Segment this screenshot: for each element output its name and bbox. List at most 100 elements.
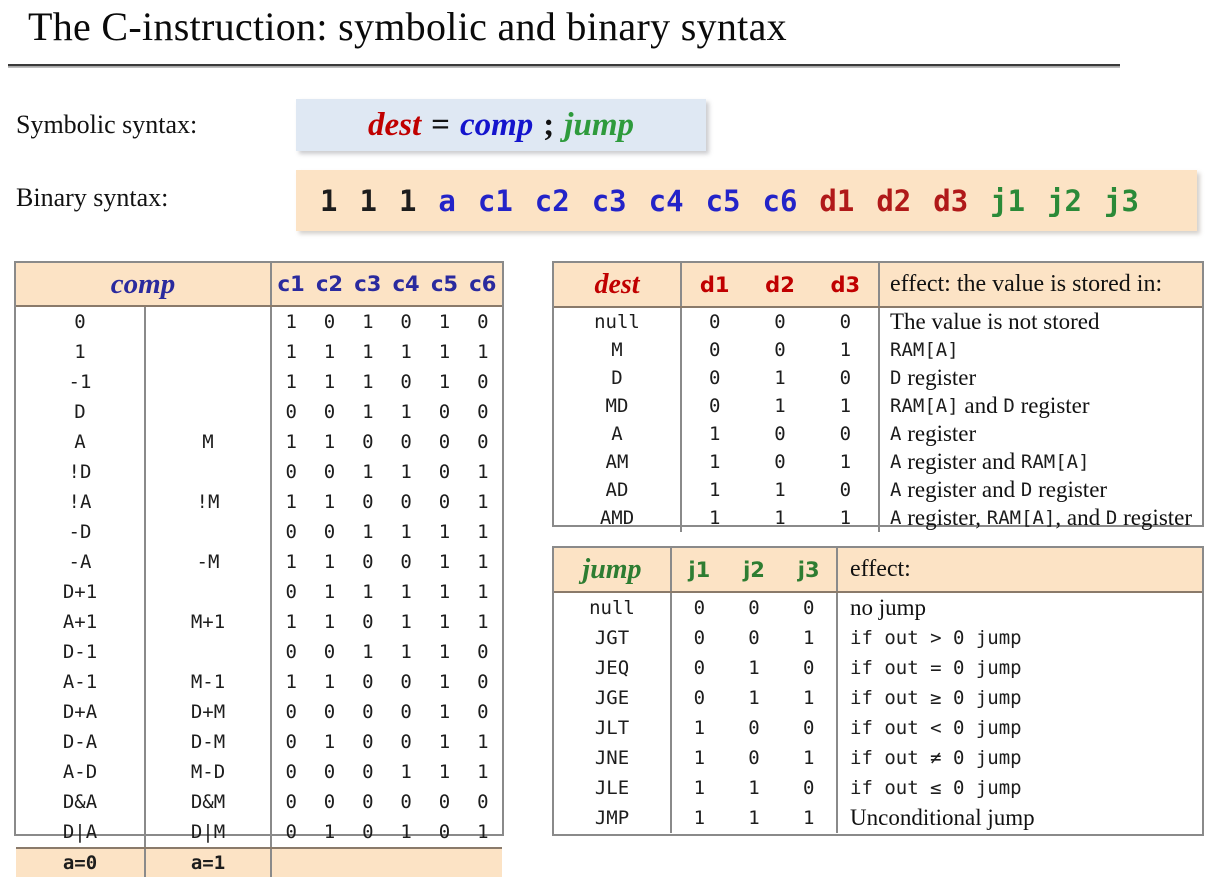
comp-bit-cells: 1 1 1 1 1 1 xyxy=(272,337,502,367)
comp-bit-value: 1 xyxy=(477,491,489,513)
comp-bit-value: 0 xyxy=(323,401,336,423)
table-row: D-A D-M 0 1 0 0 1 1 xyxy=(16,727,502,757)
comp-mnemonic-m: -M xyxy=(146,547,272,577)
comp-bit-value: 1 xyxy=(285,341,297,363)
dest-table: dest d1 d2 d3 effect: the value is stored … xyxy=(552,261,1204,532)
jump-bit-header-j3: j3 xyxy=(797,557,820,582)
dest-effect-part: register xyxy=(901,421,977,446)
jump-bit-cells: 1 1 0 xyxy=(672,773,838,803)
comp-header-label: comp xyxy=(16,263,272,305)
jump-effect-text: no jump xyxy=(838,593,1202,623)
dest-effect-part: The value is not stored xyxy=(890,309,1100,334)
comp-bit-value: 1 xyxy=(285,611,297,633)
comp-bit-value: 0 xyxy=(477,641,489,663)
comp-bit-value: 0 xyxy=(477,671,489,693)
comp-bit-value: 1 xyxy=(323,821,336,843)
symbolic-comp-token: comp xyxy=(459,106,534,143)
jump-bit-value: 0 xyxy=(802,657,815,679)
table-row: A+1 M+1 1 1 0 1 1 1 xyxy=(16,607,502,637)
jump-mnemonic: JLT xyxy=(554,713,672,743)
jump-table-header-row: jump j1 j2 j3 effect: xyxy=(554,548,1202,593)
dest-header-label: dest xyxy=(554,263,682,306)
dest-bit-cells: 1 0 1 xyxy=(682,448,880,476)
comp-mnemonic-m: D&M xyxy=(146,787,272,817)
comp-bit-value: 0 xyxy=(285,461,297,483)
jump-bit-value: 1 xyxy=(693,747,706,769)
comp-mnemonic-m: !M xyxy=(146,487,272,517)
table-row: D+A D+M 0 0 0 0 1 0 xyxy=(16,697,502,727)
dest-effect-text: The value is not stored xyxy=(880,308,1202,336)
dest-effect-part: A xyxy=(890,479,902,501)
comp-bit-cells: 0 0 1 1 0 1 xyxy=(272,457,502,487)
comp-bit-cells: 1 0 1 0 1 0 xyxy=(272,307,502,337)
binary-bit-d3: d3 xyxy=(933,183,969,218)
comp-mnemonic-a: A xyxy=(16,427,146,457)
comp-bit-value: 1 xyxy=(400,461,412,483)
table-row: D 0 1 0 D register xyxy=(554,364,1202,392)
comp-bit-value: 1 xyxy=(438,341,451,363)
dest-bit-header-d2: d2 xyxy=(765,272,795,297)
comp-bit-header-c5: c5 xyxy=(430,272,458,296)
dest-effect-part: D xyxy=(1003,395,1015,417)
jump-effect-part: Unconditional jump xyxy=(850,805,1035,830)
jump-effect-part: if out > 0 jump xyxy=(850,627,1022,649)
comp-bit-value: 0 xyxy=(362,731,374,753)
comp-bit-value: 0 xyxy=(400,551,412,573)
jump-mnemonic: JEQ xyxy=(554,653,672,683)
dest-effect-part: A xyxy=(890,507,902,529)
jump-bit-value: 0 xyxy=(802,717,815,739)
jump-bit-value: 1 xyxy=(802,687,815,709)
jump-bit-value: 0 xyxy=(802,597,815,619)
table-row: D&A D&M 0 0 0 0 0 0 xyxy=(16,787,502,817)
jump-mnemonic: JGE xyxy=(554,683,672,713)
comp-bit-value: 0 xyxy=(477,311,489,333)
binary-bit-c3: c3 xyxy=(591,183,627,218)
comp-bit-value: 0 xyxy=(362,701,374,723)
comp-mnemonic-a: 1 xyxy=(16,337,146,367)
jump-effect-text: if out = 0 jump xyxy=(838,653,1202,683)
comp-bit-value: 1 xyxy=(323,551,336,573)
comp-bit-value: 0 xyxy=(362,551,374,573)
table-row: JMP 1 1 1 Unconditional jump xyxy=(554,803,1202,833)
binary-bit-d1: d1 xyxy=(819,183,855,218)
comp-bit-value: 0 xyxy=(323,641,336,663)
comp-bit-value: 1 xyxy=(400,521,412,543)
comp-table-footer-row: a=0 a=1 xyxy=(16,847,502,877)
dest-mnemonic: A xyxy=(554,420,682,448)
dest-bit-cells: 1 0 0 xyxy=(682,420,880,448)
binary-bit-1: 1 xyxy=(398,183,417,218)
jump-effect-part: if out ≥ 0 jump xyxy=(850,687,1022,709)
comp-bit-value: 1 xyxy=(438,551,451,573)
symbolic-dest-token: dest xyxy=(367,106,422,143)
comp-bit-value: 0 xyxy=(362,671,374,693)
dest-mnemonic: MD xyxy=(554,392,682,420)
comp-mnemonic-m xyxy=(146,367,272,397)
comp-bit-value: 0 xyxy=(400,731,412,753)
comp-mnemonic-a: -A xyxy=(16,547,146,577)
comp-bit-value: 1 xyxy=(438,761,451,783)
binary-bit-d2: d2 xyxy=(876,183,912,218)
comp-bit-value: 1 xyxy=(477,611,489,633)
comp-bit-value: 0 xyxy=(285,521,297,543)
comp-table: comp c1 c2 c3 c4 c5 c6 0 1 0 1 0 1 0 1 1 1 1 1 1 1 -1 1 1 1 0 1 0… xyxy=(14,261,504,877)
dest-bit-value: 0 xyxy=(839,367,852,389)
table-row: 0 1 0 1 0 1 0 xyxy=(16,307,502,337)
dest-bit-value: 0 xyxy=(839,423,852,445)
dest-bit-value: 0 xyxy=(708,367,721,389)
binary-bit-c2: c2 xyxy=(534,183,570,218)
table-row: JNE 1 0 1 if out ≠ 0 jump xyxy=(554,743,1202,773)
comp-mnemonic-m xyxy=(146,637,272,667)
binary-bit-c5: c5 xyxy=(705,183,741,218)
comp-bit-value: 1 xyxy=(400,611,412,633)
comp-bit-header-c3: c3 xyxy=(354,272,382,296)
comp-footer-a0: a=0 xyxy=(16,849,146,877)
dest-bit-value: 1 xyxy=(708,479,721,501)
comp-bit-header-c6: c6 xyxy=(469,272,497,296)
comp-bit-value: 1 xyxy=(477,821,489,843)
comp-bit-value: 1 xyxy=(362,521,374,543)
dest-effect-text: A register and D register xyxy=(880,476,1202,504)
dest-mnemonic: AMD xyxy=(554,504,682,532)
comp-bit-value: 0 xyxy=(477,791,489,813)
jump-bit-value: 1 xyxy=(802,747,815,769)
comp-bit-header-c2: c2 xyxy=(315,272,344,296)
